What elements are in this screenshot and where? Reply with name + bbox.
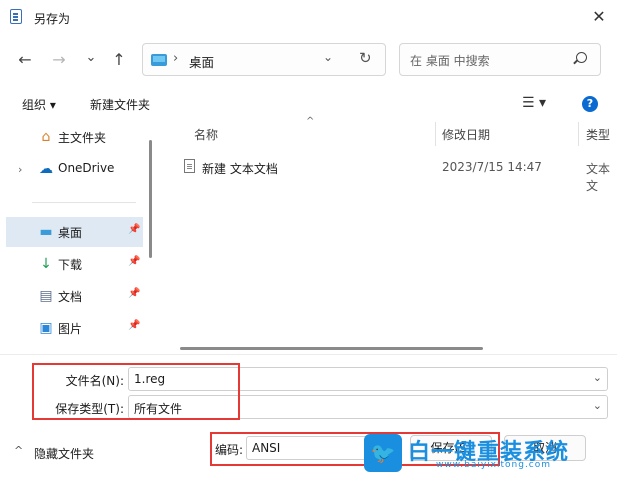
window-title: 另存为 [34,12,71,26]
title-bar: 另存为 ✕ [0,0,617,34]
horizontal-scrollbar[interactable] [180,347,483,350]
desktop-icon [151,54,167,66]
text-file-icon [184,159,195,173]
highlight-box [32,363,240,420]
forward-button[interactable]: → [48,49,70,71]
back-button[interactable]: ← [14,49,36,71]
search-box[interactable] [399,43,601,76]
divider [0,354,617,355]
breadcrumb-separator[interactable]: › [173,51,178,66]
sidebar-item-documents[interactable]: ▤ 文档 📌 [6,281,143,311]
sidebar-item-onedrive[interactable]: ☁ OneDrive [6,154,143,184]
breadcrumb-desktop[interactable]: 桌面 [189,52,214,71]
sidebar-item-label: OneDrive [58,161,115,175]
sidebar-item-label: 文档 [58,290,83,304]
column-header-type[interactable]: 类型 [586,126,610,143]
hide-folders-toggle[interactable]: 隐藏文件夹 [34,445,94,462]
recent-locations-button[interactable]: ⌄ [80,47,102,69]
view-options-button[interactable]: ☰ ▾ [522,95,546,111]
sidebar-scrollbar[interactable] [149,140,152,258]
new-folder-button[interactable]: 新建文件夹 [90,96,150,113]
close-button[interactable]: ✕ [589,6,609,28]
sidebar-item-label: 下载 [58,258,83,272]
desktop-icon: ▬ [39,224,53,240]
document-icon: ▤ [39,288,53,304]
pin-icon: 📌 [128,224,141,235]
sidebar-item-label: 图片 [58,322,83,336]
column-divider[interactable] [435,122,436,146]
file-type: 文本文 [586,162,611,193]
column-header-modified[interactable]: 修改日期 [442,126,490,143]
watermark-bird-icon: 🐦 [364,434,402,472]
column-divider[interactable] [578,122,579,146]
organize-menu[interactable]: 组织 ▾ [22,96,56,113]
chevron-down-icon[interactable]: ⌄ [593,371,602,384]
chevron-down-icon[interactable]: ⌄ [593,399,602,412]
home-icon: ⌂ [41,129,51,145]
column-header-name[interactable]: 名称 [194,126,218,143]
file-modified: 2023/7/15 14:47 [442,160,542,174]
sort-ascending-icon: ^ [306,116,315,127]
refresh-icon[interactable]: ↻ [359,49,372,67]
address-bar[interactable]: › 桌面 ⌄ ↻ [142,43,386,76]
sidebar-item-pictures[interactable]: ▣ 图片 📌 [6,313,143,343]
file-list [164,118,617,354]
sidebar-item-label: 桌面 [58,226,83,240]
sidebar-item-label: 主文件夹 [58,131,107,145]
picture-icon: ▣ [39,320,53,336]
search-icon[interactable] [576,52,587,63]
chevron-up-icon[interactable]: ^ [14,444,23,457]
sidebar-item-desktop[interactable]: ▬ 桌面 📌 [6,217,143,247]
file-name[interactable]: 新建 文本文档 [202,160,278,177]
address-dropdown-icon[interactable]: ⌄ [323,50,333,64]
search-input[interactable] [408,51,572,71]
up-button[interactable]: ↑ [108,49,130,71]
notepad-icon [10,9,22,24]
pin-icon: 📌 [128,320,141,331]
pin-icon: 📌 [128,256,141,267]
pin-icon: 📌 [128,288,141,299]
sidebar-item-downloads[interactable]: ↓ 下载 📌 [6,249,143,279]
help-icon[interactable]: ? [582,96,598,112]
cloud-icon: ☁ [39,161,53,177]
watermark-url: www.baiyixitong.com [436,460,552,470]
sidebar-divider [32,202,136,203]
sidebar-item-home[interactable]: ⌂ 主文件夹 [6,122,143,152]
download-icon: ↓ [40,256,52,272]
